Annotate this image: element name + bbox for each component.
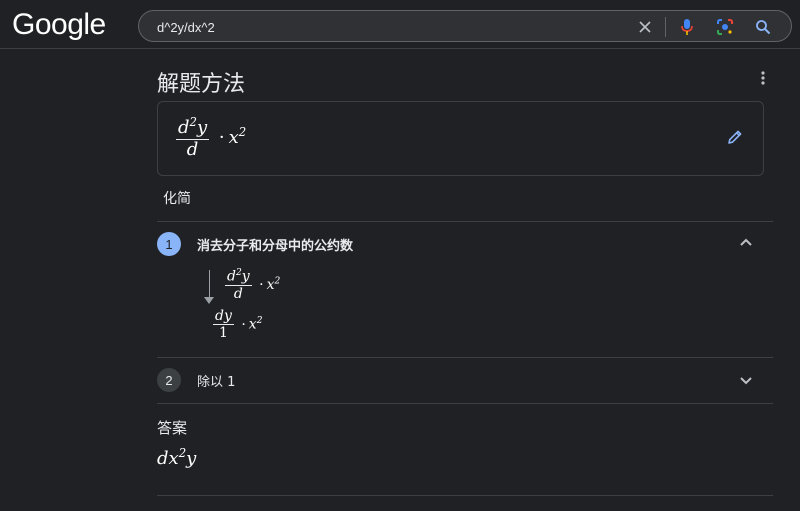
chevron-up-icon[interactable] — [737, 234, 755, 252]
step-number-badge: 2 — [157, 368, 181, 392]
step-2-label[interactable]: 除以 1 — [197, 371, 235, 390]
mic-icon[interactable] — [677, 17, 697, 37]
step-number-badge: 1 — [157, 232, 181, 256]
search-divider — [665, 17, 666, 37]
step-expression-before: d2y d · x2 — [225, 268, 281, 302]
step-1-label[interactable]: 消去分子和分母中的公约数 — [197, 235, 353, 254]
divider — [157, 221, 773, 222]
method-label: 化简 — [163, 191, 191, 207]
problem-expression: d2y d · x2 — [176, 115, 247, 160]
problem-box[interactable]: d2y d · x2 — [157, 101, 764, 176]
answer-label: 答案 — [157, 419, 188, 437]
divider — [157, 357, 773, 358]
divider — [157, 495, 773, 496]
search-icon[interactable] — [753, 17, 773, 37]
step-arrow-shaft — [209, 270, 210, 300]
step-expression-after: dy 1 · x2 — [213, 308, 263, 342]
clear-icon[interactable] — [635, 17, 655, 37]
top-bar: Google — [0, 0, 800, 49]
search-input[interactable] — [157, 17, 617, 37]
more-options-icon[interactable] — [756, 68, 770, 88]
google-logo[interactable]: Google — [12, 8, 106, 42]
search-box[interactable] — [138, 10, 792, 42]
step-arrow-head — [204, 297, 214, 304]
problem-fraction: d2y d — [176, 115, 210, 160]
chevron-down-icon[interactable] — [737, 371, 755, 389]
lens-icon[interactable] — [715, 17, 735, 37]
divider — [157, 403, 773, 404]
edit-icon[interactable] — [726, 128, 746, 148]
answer-expression: dx2y — [157, 446, 197, 469]
card-title: 解题方法 — [157, 72, 246, 97]
